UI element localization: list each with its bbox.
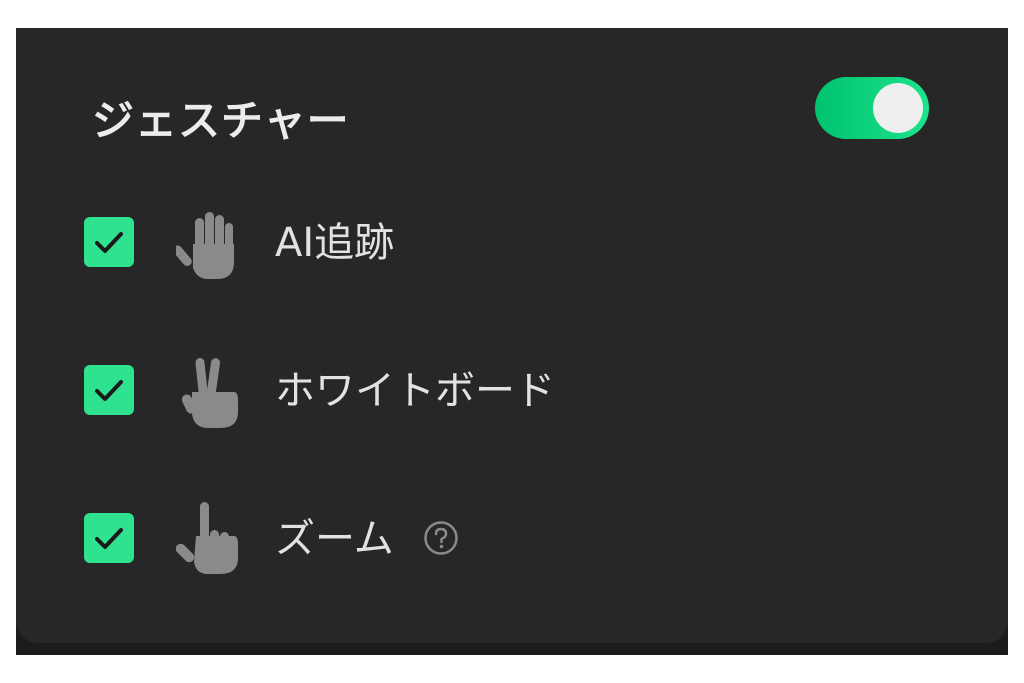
ai-tracking-checkbox[interactable] bbox=[84, 217, 134, 267]
gesture-row-zoom: ズーム bbox=[16, 498, 1008, 578]
checkmark-icon bbox=[95, 528, 123, 549]
gesture-panel-frame: ジェスチャー AI追跡 ホワイトボード ズーム bbox=[16, 28, 1008, 655]
two-finger-hand-icon bbox=[181, 358, 238, 428]
gesture-panel: ジェスチャー AI追跡 ホワイトボード ズーム bbox=[16, 28, 1008, 643]
zoom-label: ズーム bbox=[275, 516, 394, 562]
ai-tracking-label: AI追跡 bbox=[275, 220, 395, 266]
toggle-knob bbox=[873, 83, 923, 133]
panel-title: ジェスチャー bbox=[92, 96, 350, 145]
gesture-toggle-switch[interactable] bbox=[815, 77, 929, 139]
checkmark-icon bbox=[95, 232, 123, 253]
gesture-row-whiteboard: ホワイトボード bbox=[16, 350, 1008, 430]
help-question-icon[interactable] bbox=[422, 519, 460, 557]
gesture-row-ai-tracking: AI追跡 bbox=[16, 202, 1008, 282]
whiteboard-checkbox[interactable] bbox=[84, 365, 134, 415]
checkmark-icon bbox=[95, 380, 123, 401]
open-hand-icon bbox=[176, 212, 234, 279]
pointing-hand-icon bbox=[176, 502, 238, 574]
whiteboard-label: ホワイトボード bbox=[275, 368, 555, 414]
zoom-checkbox[interactable] bbox=[84, 513, 134, 563]
